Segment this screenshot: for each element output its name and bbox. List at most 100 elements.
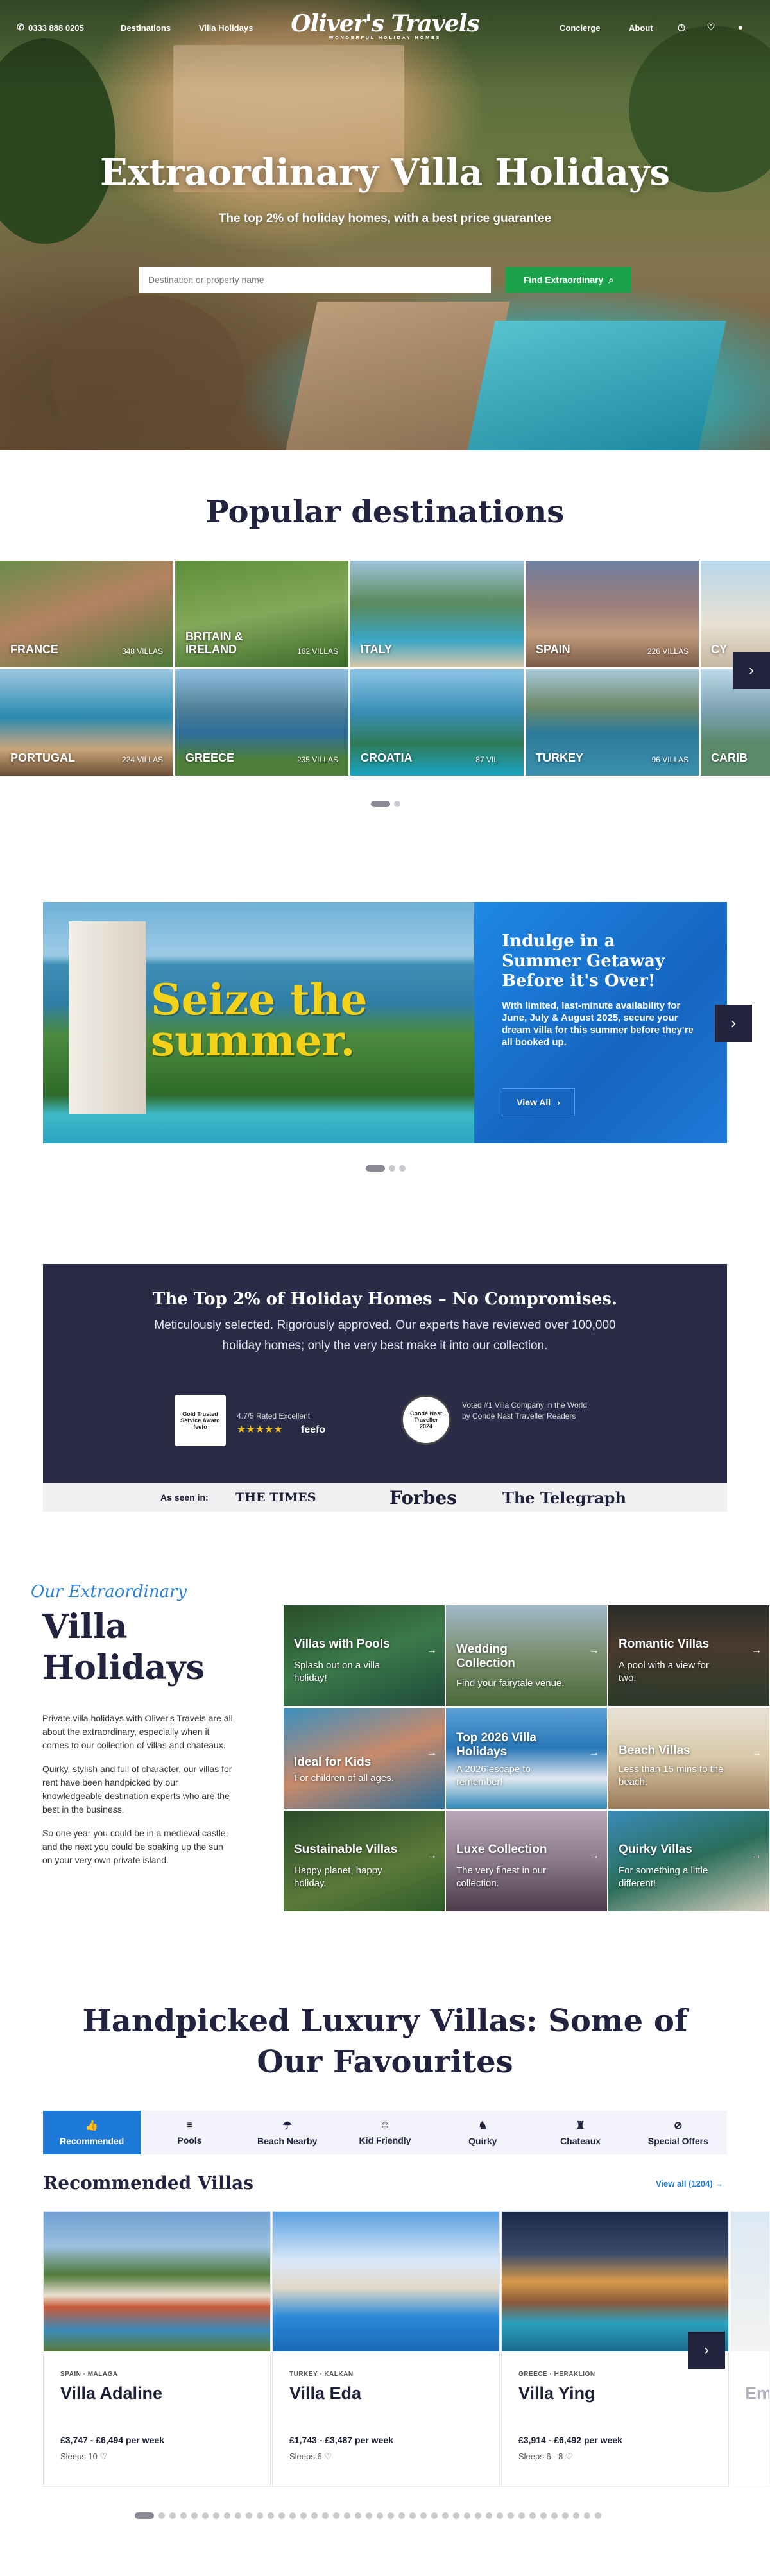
- carousel-dot[interactable]: [235, 2512, 241, 2519]
- category-wedding-collection[interactable]: Wedding Collection → Find your fairytale…: [446, 1605, 607, 1706]
- dest-card-portugal[interactable]: PORTUGAL 224 VILLAS: [0, 669, 173, 776]
- dest-card-greece[interactable]: GREECE 235 VILLAS: [175, 669, 348, 776]
- villas-carousel-next-button[interactable]: ›: [688, 2332, 725, 2369]
- carousel-dot[interactable]: [191, 2512, 198, 2519]
- carousel-dot[interactable]: [551, 2512, 558, 2519]
- heart-icon[interactable]: ♡: [324, 2452, 332, 2461]
- tab-special-offers[interactable]: ⊘ Special Offers: [629, 2111, 727, 2154]
- carousel-dot[interactable]: [518, 2512, 525, 2519]
- find-extraordinary-button[interactable]: Find Extraordinary ⌕: [506, 267, 631, 293]
- heart-icon[interactable]: ♡: [99, 2452, 107, 2461]
- carousel-dot[interactable]: [529, 2512, 536, 2519]
- carousel-dot[interactable]: [366, 1165, 385, 1172]
- carousel-dot[interactable]: [442, 2512, 449, 2519]
- tab-label: Pools: [177, 2135, 202, 2145]
- dest-card-turkey[interactable]: TURKEY 96 VILLAS: [526, 669, 699, 776]
- carousel-dot[interactable]: [366, 2512, 372, 2519]
- carousel-dot[interactable]: [508, 2512, 514, 2519]
- carousel-dot[interactable]: [497, 2512, 503, 2519]
- carousel-dot[interactable]: [224, 2512, 230, 2519]
- tab-beach-nearby[interactable]: ☂ Beach Nearby: [239, 2111, 336, 2154]
- category-subtitle: The very finest in our collection.: [456, 1865, 547, 1889]
- dest-label: TURKEY: [536, 751, 584, 764]
- carousel-dot[interactable]: [420, 2512, 427, 2519]
- carousel-dot[interactable]: [562, 2512, 569, 2519]
- carousel-dot[interactable]: [584, 2512, 590, 2519]
- category-villas-with-pools[interactable]: Villas with Pools → Splash out on a vill…: [284, 1605, 445, 1706]
- carousel-dot[interactable]: [333, 2512, 339, 2519]
- carousel-dot[interactable]: [213, 2512, 219, 2519]
- category-luxe-collection[interactable]: Luxe Collection → The very finest in our…: [446, 1811, 607, 1911]
- category-quirky-villas[interactable]: Quirky Villas → For something a little d…: [608, 1811, 769, 1911]
- dest-card-croatia[interactable]: CROATIA 87 VIL: [350, 669, 524, 776]
- carousel-dot[interactable]: [389, 1165, 395, 1172]
- dest-card-italy[interactable]: ITALY: [350, 561, 524, 667]
- carousel-dot[interactable]: [135, 2512, 154, 2519]
- carousel-dot[interactable]: [431, 2512, 438, 2519]
- carousel-dot[interactable]: [453, 2512, 459, 2519]
- heart-icon[interactable]: ♡: [706, 22, 716, 32]
- tab-pools[interactable]: ≡ Pools: [141, 2111, 238, 2154]
- carousel-dot[interactable]: [289, 2512, 296, 2519]
- category-sustainable-villas[interactable]: Sustainable Villas → Happy planet, happy…: [284, 1811, 445, 1911]
- carousel-dot[interactable]: [388, 2512, 394, 2519]
- carousel-dot[interactable]: [371, 801, 390, 807]
- tab-kid-friendly[interactable]: ☺ Kid Friendly: [336, 2111, 434, 2154]
- carousel-dot[interactable]: [268, 2512, 274, 2519]
- search-icon: ⌕: [608, 274, 614, 285]
- tab-chateaux[interactable]: ♜ Chateaux: [531, 2111, 629, 2154]
- view-all-button[interactable]: View All ›: [502, 1088, 575, 1116]
- category-subtitle: A 2026 escape to remember!: [456, 1764, 531, 1787]
- carousel-dot[interactable]: [344, 2512, 350, 2519]
- carousel-dot[interactable]: [409, 2512, 416, 2519]
- search-input[interactable]: [139, 267, 491, 293]
- carousel-dot[interactable]: [311, 2512, 318, 2519]
- dest-card-france[interactable]: FRANCE 348 VILLAS: [0, 561, 173, 667]
- category-beach-villas[interactable]: Beach Villas → Less than 15 mins to the …: [608, 1708, 769, 1809]
- carousel-dot[interactable]: [464, 2512, 470, 2519]
- view-all-link[interactable]: View all (1204) →: [656, 2179, 723, 2188]
- dest-count: 224 VILLAS: [121, 755, 163, 764]
- heart-icon[interactable]: ♡: [565, 2452, 573, 2461]
- carousel-dot[interactable]: [355, 2512, 361, 2519]
- carousel-dot[interactable]: [399, 1165, 406, 1172]
- carousel-dot[interactable]: [322, 2512, 329, 2519]
- carousel-dot[interactable]: [398, 2512, 405, 2519]
- villa-card-partial[interactable]: Em: [730, 2211, 770, 2487]
- carousel-dot[interactable]: [257, 2512, 263, 2519]
- category-title: Beach Villas: [619, 1744, 690, 1757]
- carousel-dot[interactable]: [540, 2512, 547, 2519]
- nav-about[interactable]: About: [629, 23, 653, 33]
- carousel-dot[interactable]: [169, 2512, 176, 2519]
- villa-card[interactable]: TURKEY · KALKAN Villa Eda £1,743 - £3,48…: [272, 2211, 500, 2487]
- site-logo[interactable]: Oliver's Travels WONDERFUL HOLIDAY HOMES: [0, 10, 770, 40]
- carousel-dot[interactable]: [300, 2512, 307, 2519]
- dest-card-britain[interactable]: BRITAIN & IRELAND 162 VILLAS: [175, 561, 348, 667]
- dest-label: BRITAIN & IRELAND: [185, 630, 243, 656]
- carousel-dot[interactable]: [202, 2512, 209, 2519]
- carousel-dot[interactable]: [475, 2512, 481, 2519]
- carousel-dot[interactable]: [180, 2512, 187, 2519]
- carousel-dot[interactable]: [278, 2512, 285, 2519]
- dest-card-spain[interactable]: SPAIN 226 VILLAS: [526, 561, 699, 667]
- dest-count: 162 VILLAS: [296, 647, 338, 656]
- carousel-dot[interactable]: [377, 2512, 383, 2519]
- clock-icon[interactable]: ◷: [676, 22, 687, 32]
- nav-concierge[interactable]: Concierge: [560, 23, 601, 33]
- dest-carousel-next-button[interactable]: ›: [733, 652, 770, 689]
- category-ideal-for-kids[interactable]: Ideal for Kids → For children of all age…: [284, 1708, 445, 1809]
- carousel-dot[interactable]: [595, 2512, 601, 2519]
- carousel-dot[interactable]: [158, 2512, 165, 2519]
- carousel-dot[interactable]: [394, 801, 400, 807]
- tab-recommended[interactable]: 👍 Recommended: [43, 2111, 141, 2154]
- villa-card[interactable]: SPAIN · MALAGA Villa Adaline £3,747 - £6…: [43, 2211, 271, 2487]
- tab-quirky[interactable]: ♞ Quirky: [434, 2111, 531, 2154]
- category-romantic-villas[interactable]: Romantic Villas → A pool with a view for…: [608, 1605, 769, 1706]
- logo-name: Oliver's Travels: [291, 10, 480, 37]
- carousel-dot[interactable]: [573, 2512, 579, 2519]
- banner-next-button[interactable]: ›: [715, 1005, 752, 1042]
- carousel-dot[interactable]: [246, 2512, 252, 2519]
- category-top-2026[interactable]: Top 2026 Villa Holidays → A 2026 escape …: [446, 1708, 607, 1809]
- user-icon[interactable]: ●: [735, 22, 746, 32]
- carousel-dot[interactable]: [486, 2512, 492, 2519]
